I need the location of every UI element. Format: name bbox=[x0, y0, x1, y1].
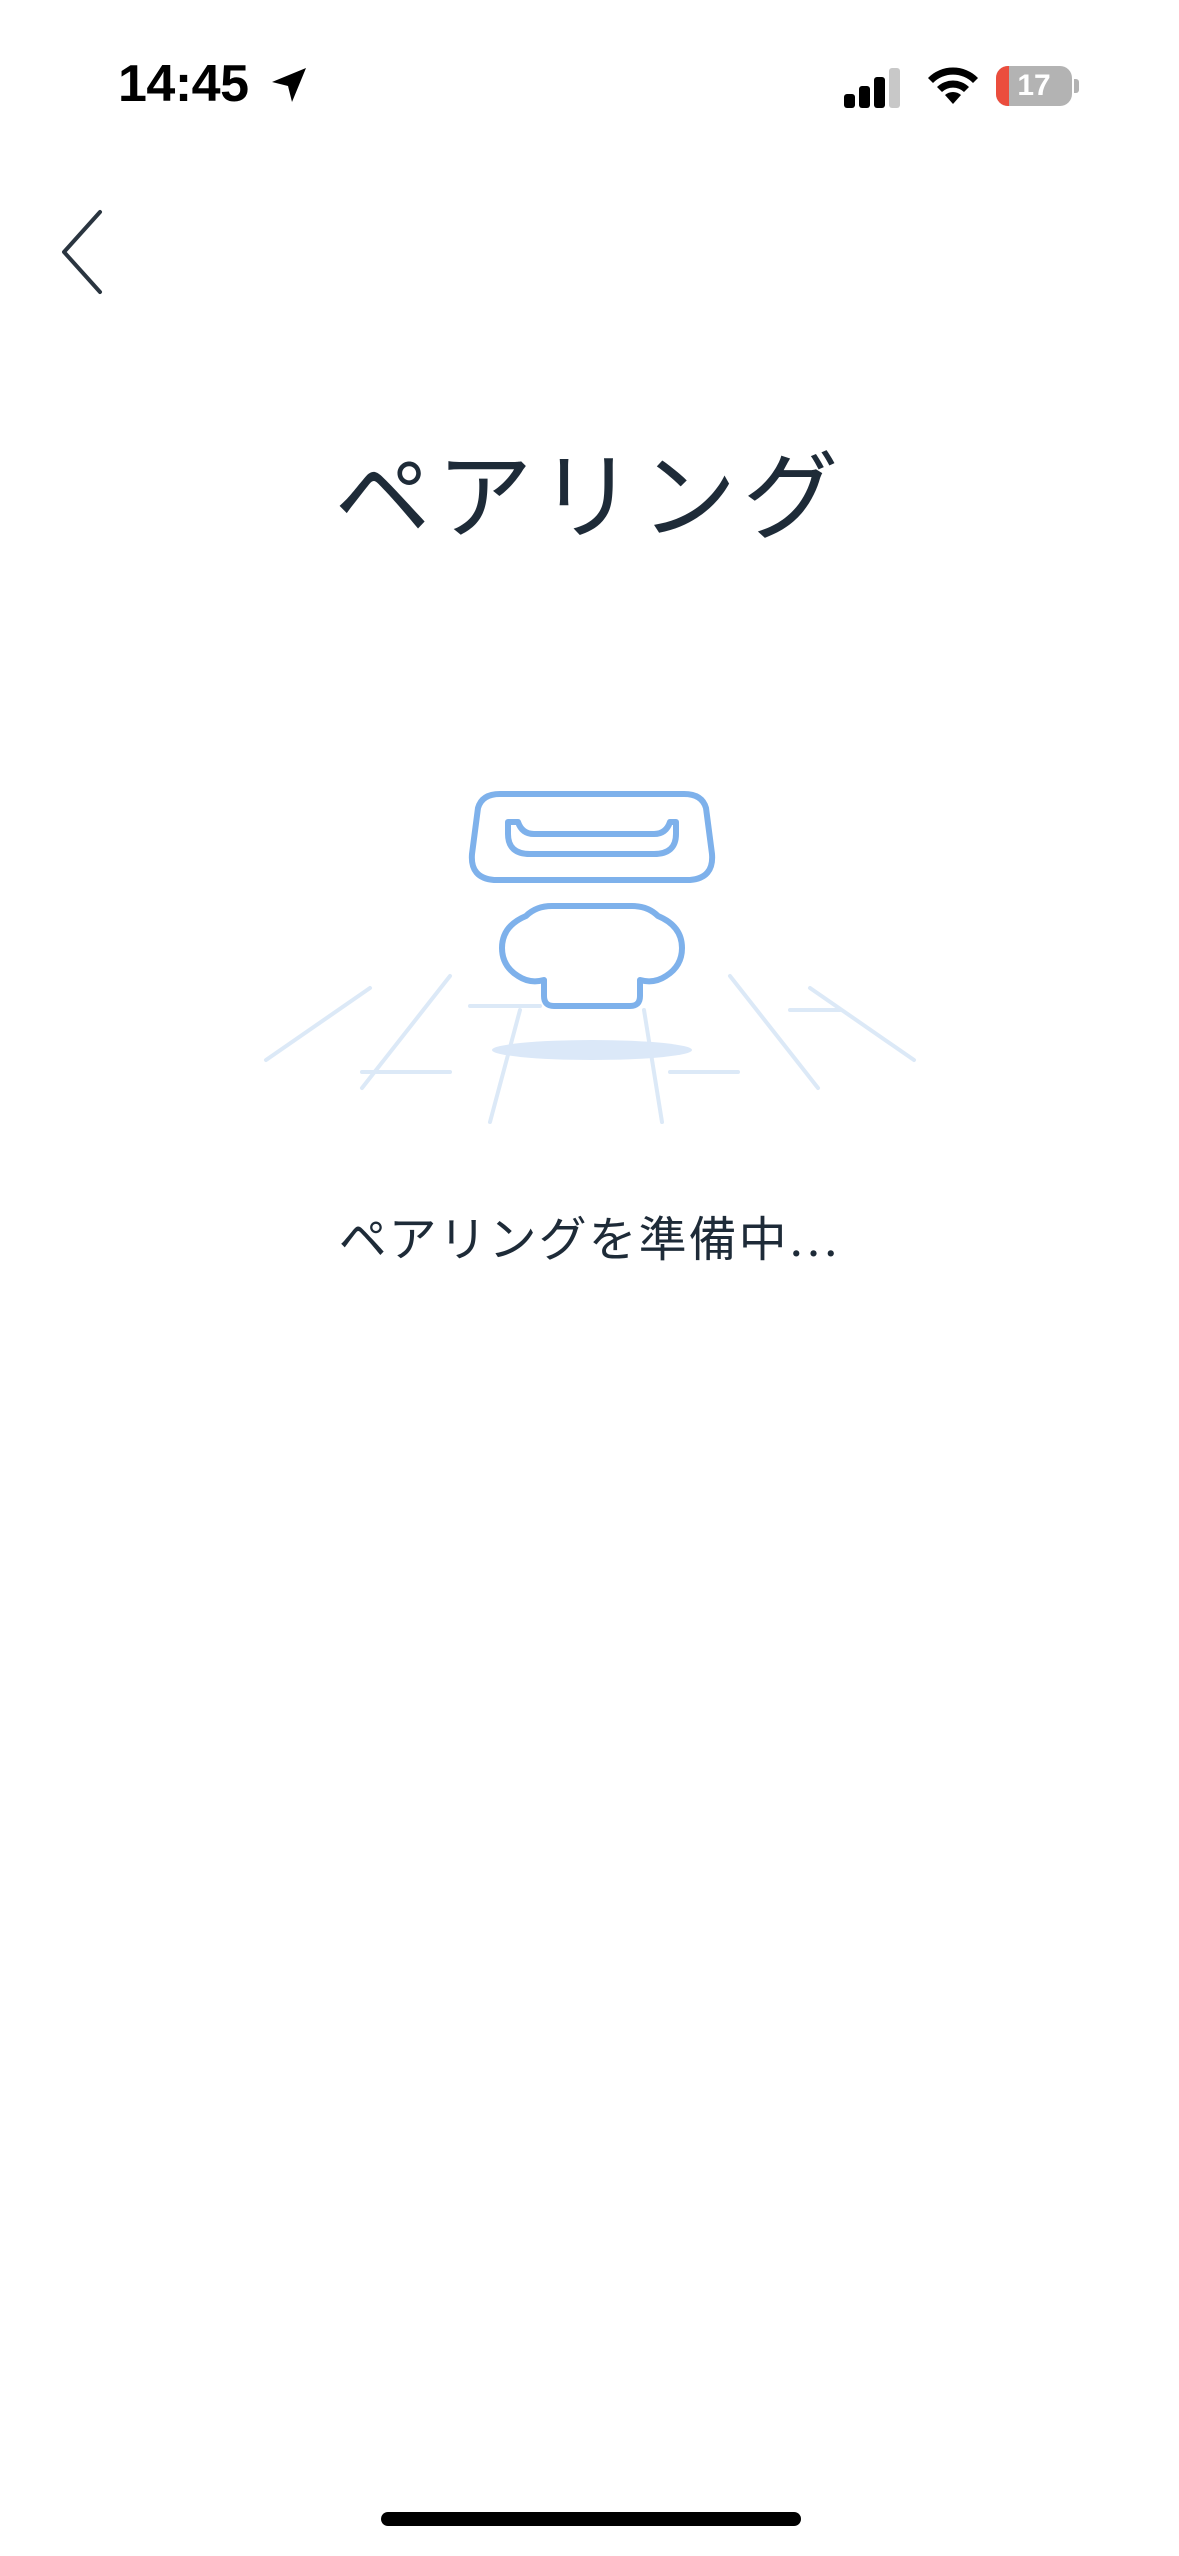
cellular-signal-icon bbox=[844, 68, 900, 108]
device-shadow bbox=[492, 1040, 692, 1060]
battery-body: 17 bbox=[996, 66, 1072, 106]
status-bar: 14:45 17 bbox=[0, 0, 1179, 150]
status-time: 14:45 bbox=[118, 55, 249, 113]
battery-percentage: 17 bbox=[1017, 69, 1051, 102]
back-button[interactable] bbox=[44, 196, 124, 296]
location-arrow-icon bbox=[272, 68, 306, 102]
device-unit-icon bbox=[499, 903, 685, 1009]
battery-cap bbox=[1074, 79, 1079, 93]
wifi-icon bbox=[928, 67, 978, 104]
device-pairing-illustration bbox=[264, 791, 916, 1124]
pairing-status-text: ペアリングを準備中... bbox=[338, 1212, 841, 1268]
battery-icon: 17 bbox=[996, 66, 1080, 106]
home-indicator[interactable] bbox=[381, 2512, 801, 2526]
pairing-hub-icon bbox=[468, 791, 716, 883]
page-title: ペアリング bbox=[334, 442, 845, 554]
chevron-left-icon bbox=[62, 210, 102, 294]
